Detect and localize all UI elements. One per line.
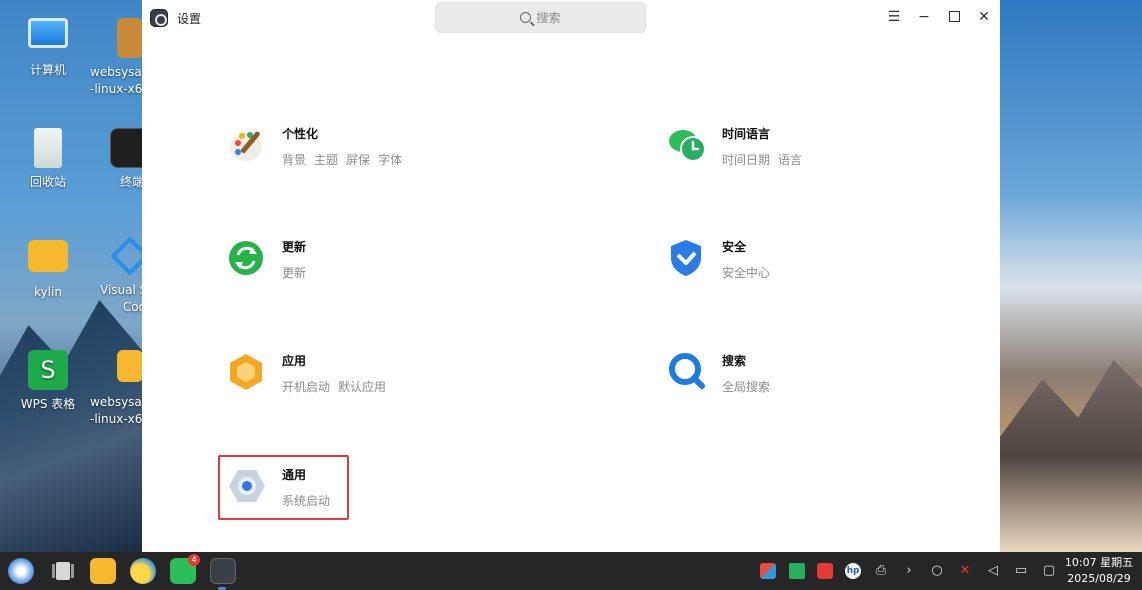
- folder-icon: [117, 350, 143, 382]
- tile-title: 搜索: [722, 354, 747, 368]
- tile-links: 更新: [282, 264, 306, 281]
- recycle-bin-icon: [34, 128, 62, 168]
- search-taskbar-icon[interactable]: ○: [929, 563, 945, 579]
- tile-personalization[interactable]: 个性化 背景 主题 屏保 字体: [228, 125, 528, 185]
- browser-icon[interactable]: [130, 558, 156, 584]
- keyboard-icon[interactable]: ▭: [1013, 563, 1029, 579]
- tile-time-language[interactable]: 时间语言 时间日期 语言: [668, 125, 968, 185]
- clock-time: 10:07 星期五: [1064, 556, 1134, 569]
- tile-title: 时间语言: [722, 127, 771, 141]
- tray-books-icon[interactable]: [789, 563, 805, 579]
- update-icon: [229, 241, 263, 275]
- link-update[interactable]: 更新: [282, 264, 306, 281]
- link-theme[interactable]: 主题: [314, 151, 338, 168]
- tile-applications[interactable]: 应用 开机启动 默认应用: [228, 352, 528, 412]
- desktop-icon-kylin-folder[interactable]: kylin: [8, 240, 88, 301]
- close-button[interactable]: ✕: [976, 9, 992, 25]
- search-placeholder: 搜索: [536, 11, 561, 25]
- settings-taskbar-icon[interactable]: [210, 558, 236, 584]
- desktop-icon-label: 计算机: [29, 63, 66, 77]
- maximize-button[interactable]: [946, 9, 962, 25]
- tile-links: 背景 主题 屏保 字体: [282, 151, 402, 168]
- link-language[interactable]: 语言: [778, 151, 802, 168]
- desktop-icon-wps-spreadsheet[interactable]: S WPS 表格: [8, 350, 88, 413]
- taskbar: 4 hp ⎙ › ○ ✕ ◁ ▭ ▢ 10:07 星期五 2025/08/29: [0, 552, 1142, 590]
- desktop-icon-label: WPS 表格: [20, 397, 76, 411]
- desktop-icon-recycle-bin[interactable]: 回收站: [8, 128, 88, 191]
- window-title: 设置: [177, 12, 202, 26]
- tile-search[interactable]: 搜索 全局搜索: [668, 352, 968, 412]
- clock-date: 2025/08/29: [1067, 572, 1131, 585]
- link-global-search[interactable]: 全局搜索: [722, 378, 770, 395]
- tile-security[interactable]: 安全 安全中心: [668, 238, 968, 298]
- minimize-button[interactable]: −: [916, 9, 932, 25]
- network-disconnected-icon[interactable]: ✕: [957, 563, 973, 579]
- tray-app-icon[interactable]: [760, 563, 776, 579]
- wps-spreadsheet-icon: S: [28, 350, 68, 390]
- time-language-icon: [669, 130, 706, 162]
- link-screensaver[interactable]: 屏保: [346, 151, 370, 168]
- notification-center-icon[interactable]: ▢: [1041, 563, 1057, 579]
- tile-update[interactable]: 更新 更新: [228, 238, 528, 298]
- file-manager-icon[interactable]: [90, 558, 116, 584]
- computer-icon: [28, 18, 68, 48]
- search-input[interactable]: 搜索: [435, 2, 646, 33]
- multitask-view-icon[interactable]: [50, 558, 76, 584]
- archive-icon: [117, 18, 143, 58]
- menu-button[interactable]: ☰: [886, 9, 902, 25]
- volume-icon[interactable]: ◁: [985, 563, 1001, 579]
- tile-links: 安全中心: [722, 264, 770, 281]
- tile-title: 应用: [282, 354, 307, 368]
- palette-icon: [230, 131, 262, 161]
- link-font[interactable]: 字体: [378, 151, 402, 168]
- shield-icon: [671, 240, 701, 276]
- printer-icon[interactable]: ⎙: [873, 563, 889, 579]
- desktop-icon-label: kylin: [34, 285, 62, 299]
- maximize-icon: [948, 11, 960, 22]
- link-default-apps[interactable]: 默认应用: [338, 378, 386, 395]
- tile-title: 更新: [282, 240, 307, 254]
- hp-icon[interactable]: hp: [845, 563, 861, 579]
- link-background[interactable]: 背景: [282, 151, 306, 168]
- tray-document-icon[interactable]: [817, 563, 833, 579]
- tile-title: 安全: [722, 240, 747, 254]
- clock[interactable]: 10:07 星期五 2025/08/29: [1060, 555, 1138, 587]
- notification-badge: 4: [188, 554, 200, 566]
- desktop-icon-label: 回收站: [29, 175, 66, 189]
- highlight-box: [218, 455, 349, 520]
- applications-icon: [230, 354, 262, 390]
- desktop-icon-computer[interactable]: 计算机: [8, 18, 88, 79]
- folder-icon: [28, 240, 68, 272]
- tray-expand-chevron-icon[interactable]: ›: [901, 563, 917, 579]
- link-date-time[interactable]: 时间日期: [722, 151, 770, 168]
- start-menu-icon[interactable]: [8, 558, 34, 584]
- tile-links: 时间日期 语言: [722, 151, 802, 168]
- search-icon: [520, 12, 532, 23]
- titlebar: 设置 搜索 ☰ − ✕: [142, 0, 1000, 36]
- search-settings-icon: [669, 353, 705, 389]
- tile-links: 全局搜索: [722, 378, 770, 395]
- settings-app-icon: [150, 9, 168, 27]
- tile-title: 个性化: [282, 127, 319, 141]
- tile-links: 开机启动 默认应用: [282, 378, 386, 395]
- link-security-center[interactable]: 安全中心: [722, 264, 770, 281]
- messenger-icon[interactable]: 4: [170, 554, 200, 584]
- settings-window: 设置 搜索 ☰ − ✕ 个性化 背景 主题 屏保 字体 时间语言 时间日期 语言…: [142, 0, 1000, 552]
- link-autostart[interactable]: 开机启动: [282, 378, 330, 395]
